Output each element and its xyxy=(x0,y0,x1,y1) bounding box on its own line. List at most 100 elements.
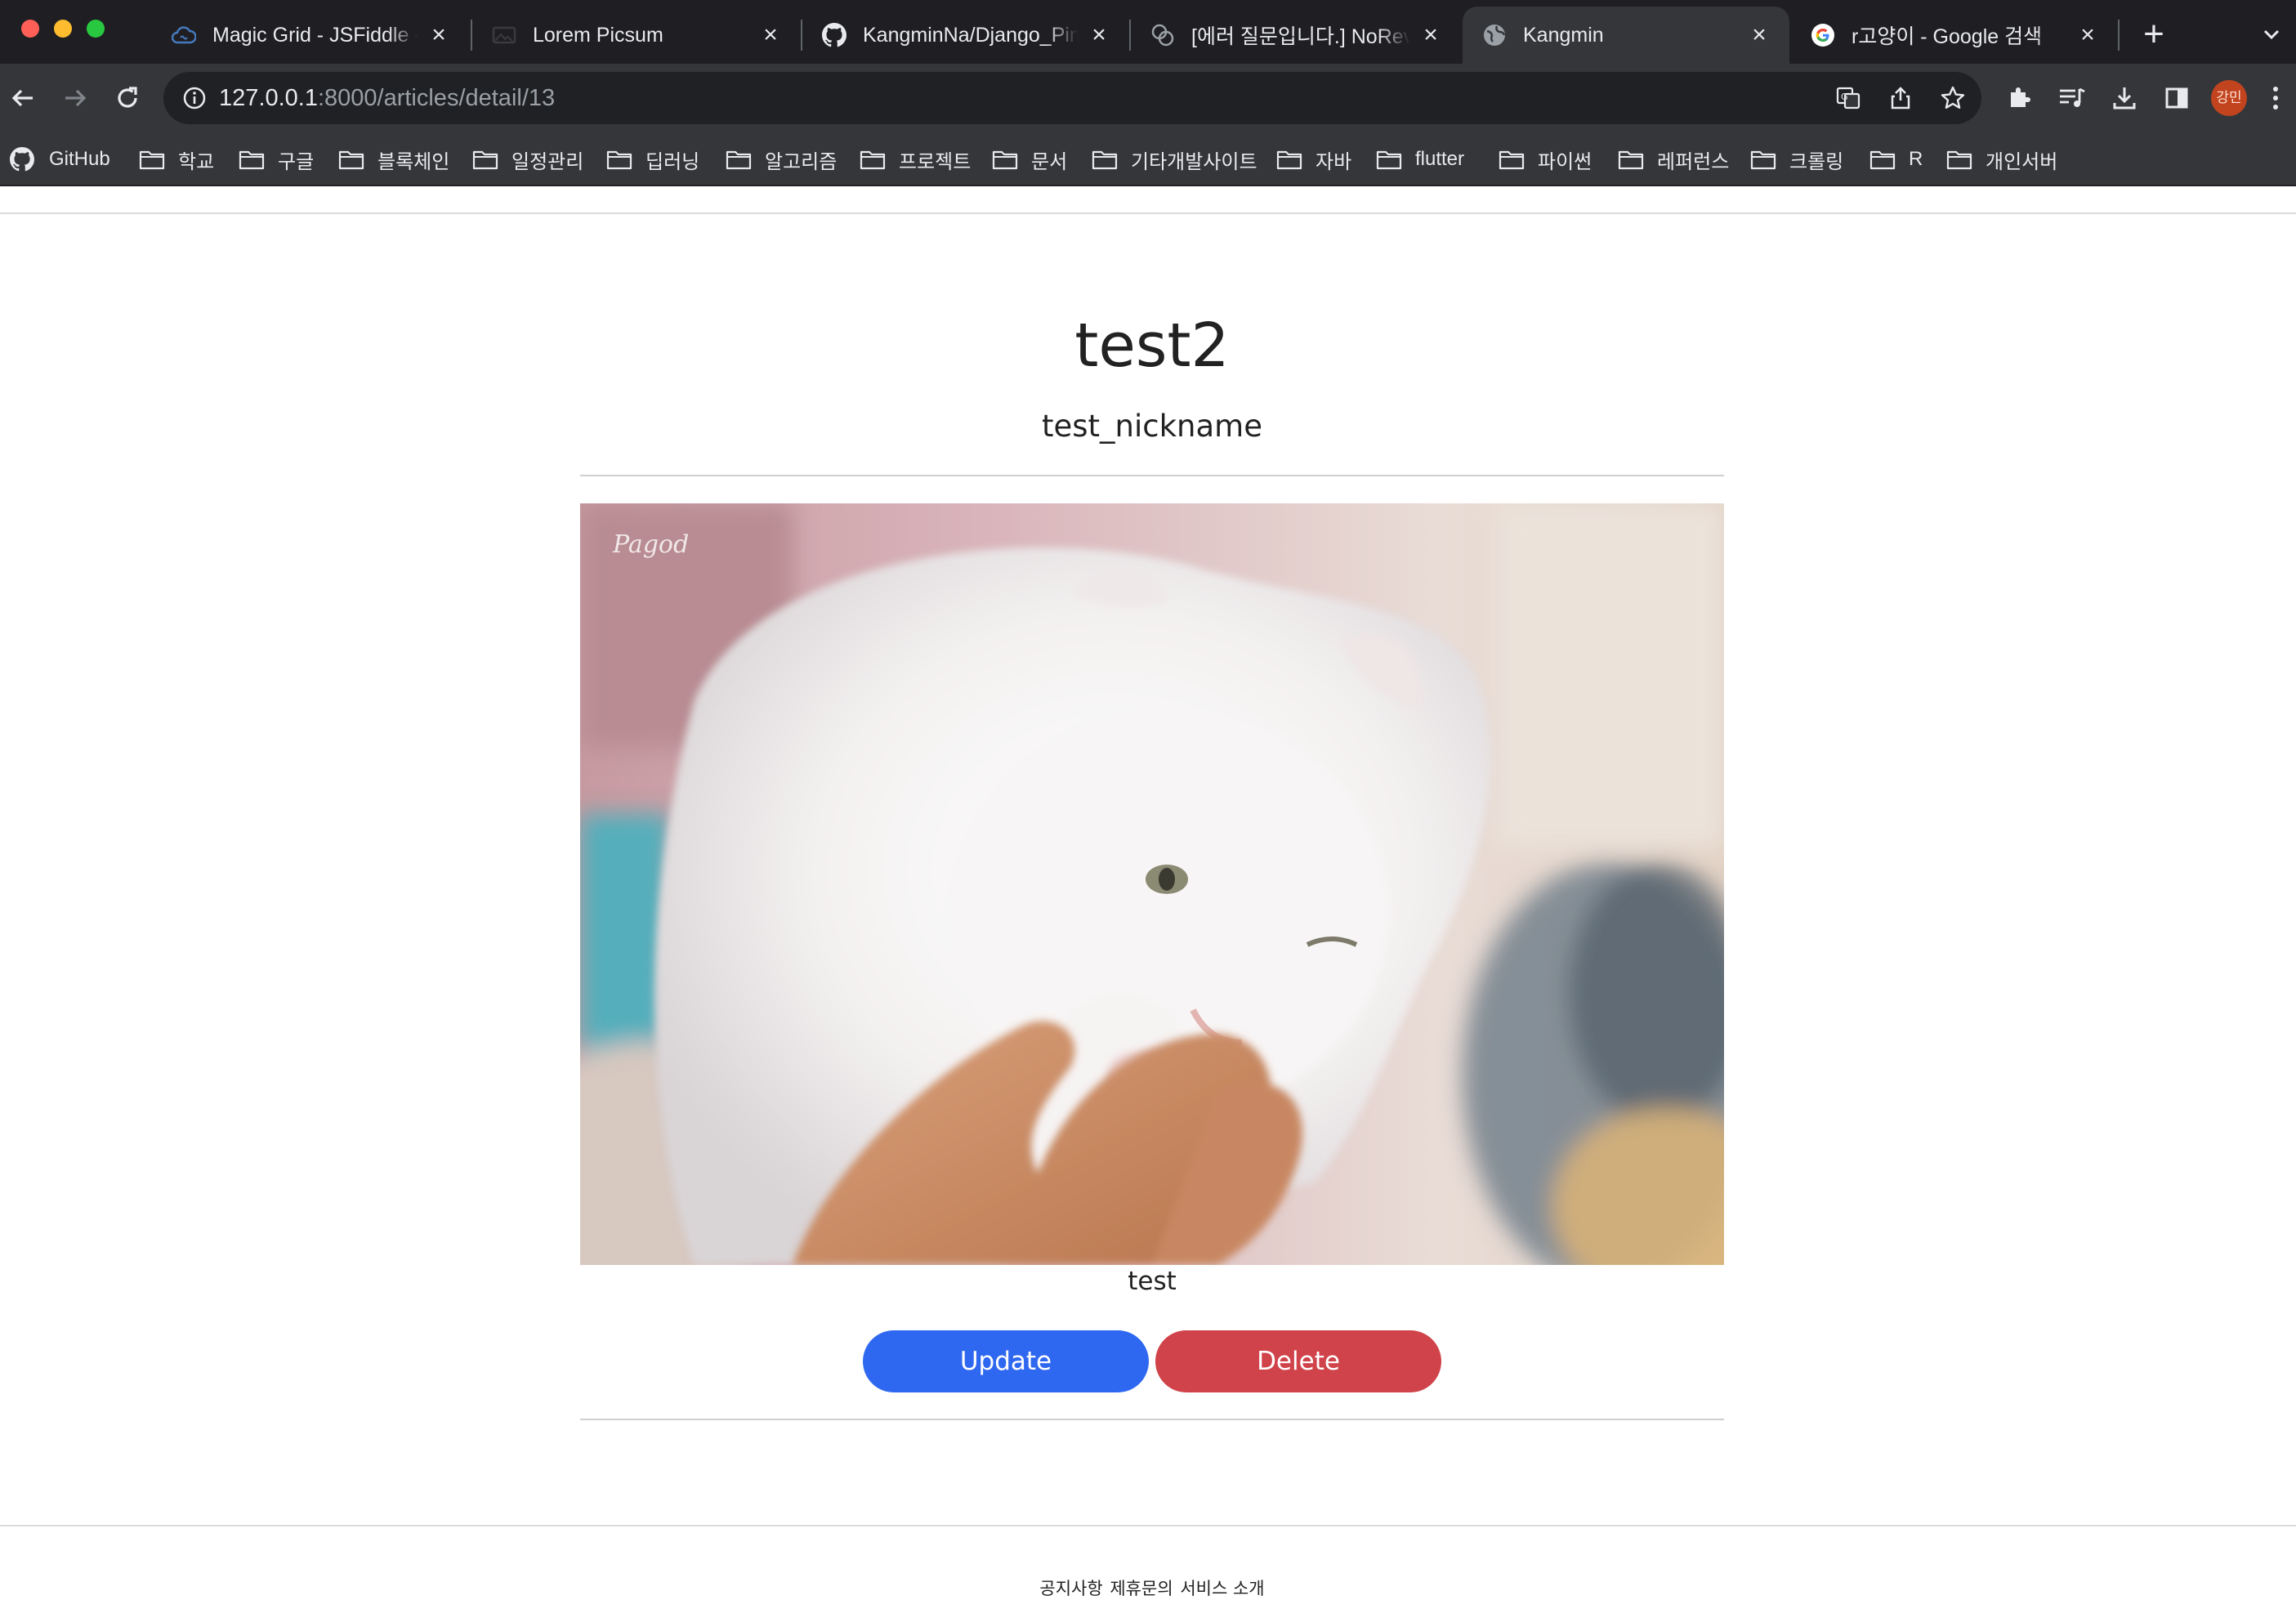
bookmark-folder[interactable]: R xyxy=(1869,142,1923,177)
site-info-icon[interactable] xyxy=(181,85,208,111)
bookmark-label: 프로젝트 xyxy=(899,150,972,173)
folder-icon xyxy=(860,148,887,171)
header-divider xyxy=(0,212,2296,214)
folder-icon xyxy=(239,148,266,171)
jsfiddle-icon xyxy=(172,23,196,47)
bookmark-folder[interactable]: 일정관리 xyxy=(472,142,583,177)
tab-title: r고양이 - Google 검색 xyxy=(1852,25,2043,48)
bookmark-folder[interactable]: 개인서버 xyxy=(1946,142,2057,177)
tab-close-button[interactable]: × xyxy=(2075,23,2100,47)
bookmark-label: 알고리즘 xyxy=(765,150,838,173)
tab-google-search[interactable]: r고양이 - Google 검색 × xyxy=(1791,7,2118,64)
article-image: Pagod xyxy=(580,503,1724,1265)
forward-button[interactable] xyxy=(57,80,93,116)
bookmark-folder[interactable]: 문서 xyxy=(992,142,1067,177)
svg-text:G: G xyxy=(1841,92,1848,102)
tab-kangmin[interactable]: Kangmin × xyxy=(1463,7,1789,64)
bookmark-folder[interactable]: 딥러닝 xyxy=(606,142,699,177)
bookmark-folder[interactable]: 학교 xyxy=(139,142,214,177)
folder-icon xyxy=(1869,148,1897,171)
bookmark-folder[interactable]: 기타개발사이트 xyxy=(1092,142,1257,177)
translate-page-icon[interactable]: G xyxy=(1834,83,1863,113)
title-divider xyxy=(580,475,1724,476)
tab-strip: Magic Grid - JSFiddle - Code Playground … xyxy=(0,0,2296,64)
bookmark-label: 기타개발사이트 xyxy=(1131,150,1257,173)
bookmark-label: 학교 xyxy=(178,150,215,173)
folder-icon xyxy=(606,148,634,171)
share-icon[interactable] xyxy=(1886,83,1915,113)
bookmark-github[interactable]: GitHub xyxy=(10,142,110,177)
bookmark-folder[interactable]: 알고리즘 xyxy=(726,142,837,177)
url-text[interactable]: 127.0.0.1:8000/articles/detail/13 xyxy=(219,72,555,124)
tab-lorem-picsum[interactable]: Lorem Picsum × xyxy=(472,7,801,64)
tab-title: Magic Grid - JSFiddle - Code Playground xyxy=(212,23,418,47)
bookmark-label: 자바 xyxy=(1316,150,1352,173)
fullscreen-window-button[interactable] xyxy=(87,20,105,38)
media-control-icon[interactable] xyxy=(2054,80,2090,116)
article-detail-page: test2 test_nickname Pagod test Update De… xyxy=(0,186,2296,1598)
svg-text:Pagod: Pagod xyxy=(612,530,689,559)
browser-toolbar: 127.0.0.1:8000/articles/detail/13 G 강민 xyxy=(0,64,2296,132)
tab-close-button[interactable]: × xyxy=(1087,23,1111,47)
tab-search-chevron-icon[interactable] xyxy=(2255,18,2288,51)
footer-link-service-intro[interactable]: 서비스 소개 xyxy=(1180,1579,1264,1598)
delete-button[interactable]: Delete xyxy=(1155,1330,1441,1392)
tab-github[interactable]: KangminNa/Django_Pinterest × xyxy=(802,7,1129,64)
article-content: test xyxy=(1128,1267,1177,1296)
tab-inflearn-question[interactable]: [에러 질문입니다.] NoReverseMatch × xyxy=(1131,7,1461,64)
author-nickname: test_nickname xyxy=(1042,409,1262,444)
close-window-button[interactable] xyxy=(21,20,39,38)
tab-close-button[interactable]: × xyxy=(1418,23,1443,47)
url-path: :8000/articles/detail/13 xyxy=(317,85,556,111)
url-host: 127.0.0.1 xyxy=(219,85,318,111)
extensions-icon[interactable] xyxy=(2002,80,2038,116)
tab-title: Lorem Picsum xyxy=(533,23,663,47)
article-title: test2 xyxy=(1074,311,1230,381)
bookmark-folder[interactable]: 파이썬 xyxy=(1499,142,1592,177)
folder-icon xyxy=(1618,148,1646,171)
bookmark-label: GitHub xyxy=(49,148,110,170)
bookmark-folder[interactable]: 블록체인 xyxy=(338,142,449,177)
new-tab-button[interactable]: + xyxy=(2136,16,2172,52)
github-icon xyxy=(10,147,38,172)
bookmark-folder[interactable]: 레퍼런스 xyxy=(1618,142,1729,177)
tab-close-button[interactable]: × xyxy=(1747,23,1771,47)
bookmark-label: 레퍼런스 xyxy=(1657,150,1730,173)
folder-icon xyxy=(1276,148,1304,171)
bookmark-folder[interactable]: 자바 xyxy=(1276,142,1351,177)
download-icon[interactable] xyxy=(2106,80,2142,116)
translate-icon xyxy=(1150,23,1175,47)
folder-icon xyxy=(1376,148,1404,171)
footer-link-partnership[interactable]: 제휴문의 xyxy=(1110,1579,1173,1598)
bookmark-folder[interactable]: 크롤링 xyxy=(1750,142,1843,177)
address-bar[interactable]: 127.0.0.1:8000/articles/detail/13 G xyxy=(163,72,1981,124)
tab-title: KangminNa/Django_Pinterest xyxy=(863,23,1079,47)
bookmarks-bar: GitHub 학교 구글 블록체인 일정관리 딥러닝 알고리즘 프로젝트 문서 기타개발사이트 자… xyxy=(0,132,2296,186)
tab-separator xyxy=(2118,20,2120,51)
folder-icon xyxy=(1946,148,1974,171)
bookmark-label: flutter xyxy=(1415,148,1465,170)
profile-avatar[interactable]: 강민 xyxy=(2211,80,2247,116)
back-button[interactable] xyxy=(5,80,41,116)
tab-close-button[interactable]: × xyxy=(758,23,783,47)
bookmark-label: 딥러닝 xyxy=(645,150,700,173)
side-panel-icon[interactable] xyxy=(2159,80,2195,116)
more-menu-icon[interactable] xyxy=(2263,80,2288,116)
bookmark-folder[interactable]: 프로젝트 xyxy=(860,142,971,177)
bookmark-label: 구글 xyxy=(278,150,315,173)
update-button[interactable]: Update xyxy=(863,1330,1149,1392)
bookmark-folder[interactable]: 구글 xyxy=(239,142,314,177)
picsum-icon xyxy=(492,23,516,47)
reload-button[interactable] xyxy=(109,80,145,116)
minimize-window-button[interactable] xyxy=(54,20,72,38)
tab-jsfiddle[interactable]: Magic Grid - JSFiddle - Code Playground … xyxy=(152,7,469,64)
folder-icon xyxy=(472,148,500,171)
bookmark-label: 크롤링 xyxy=(1789,150,1844,173)
bookmark-star-icon[interactable] xyxy=(1938,83,1968,113)
tab-title: Kangmin xyxy=(1523,23,1604,47)
bookmark-folder[interactable]: flutter xyxy=(1376,142,1464,177)
footer-link-notice[interactable]: 공지사항 xyxy=(1039,1579,1102,1598)
folder-icon xyxy=(992,148,1020,171)
tab-close-button[interactable]: × xyxy=(427,23,451,47)
folder-icon xyxy=(726,148,753,171)
